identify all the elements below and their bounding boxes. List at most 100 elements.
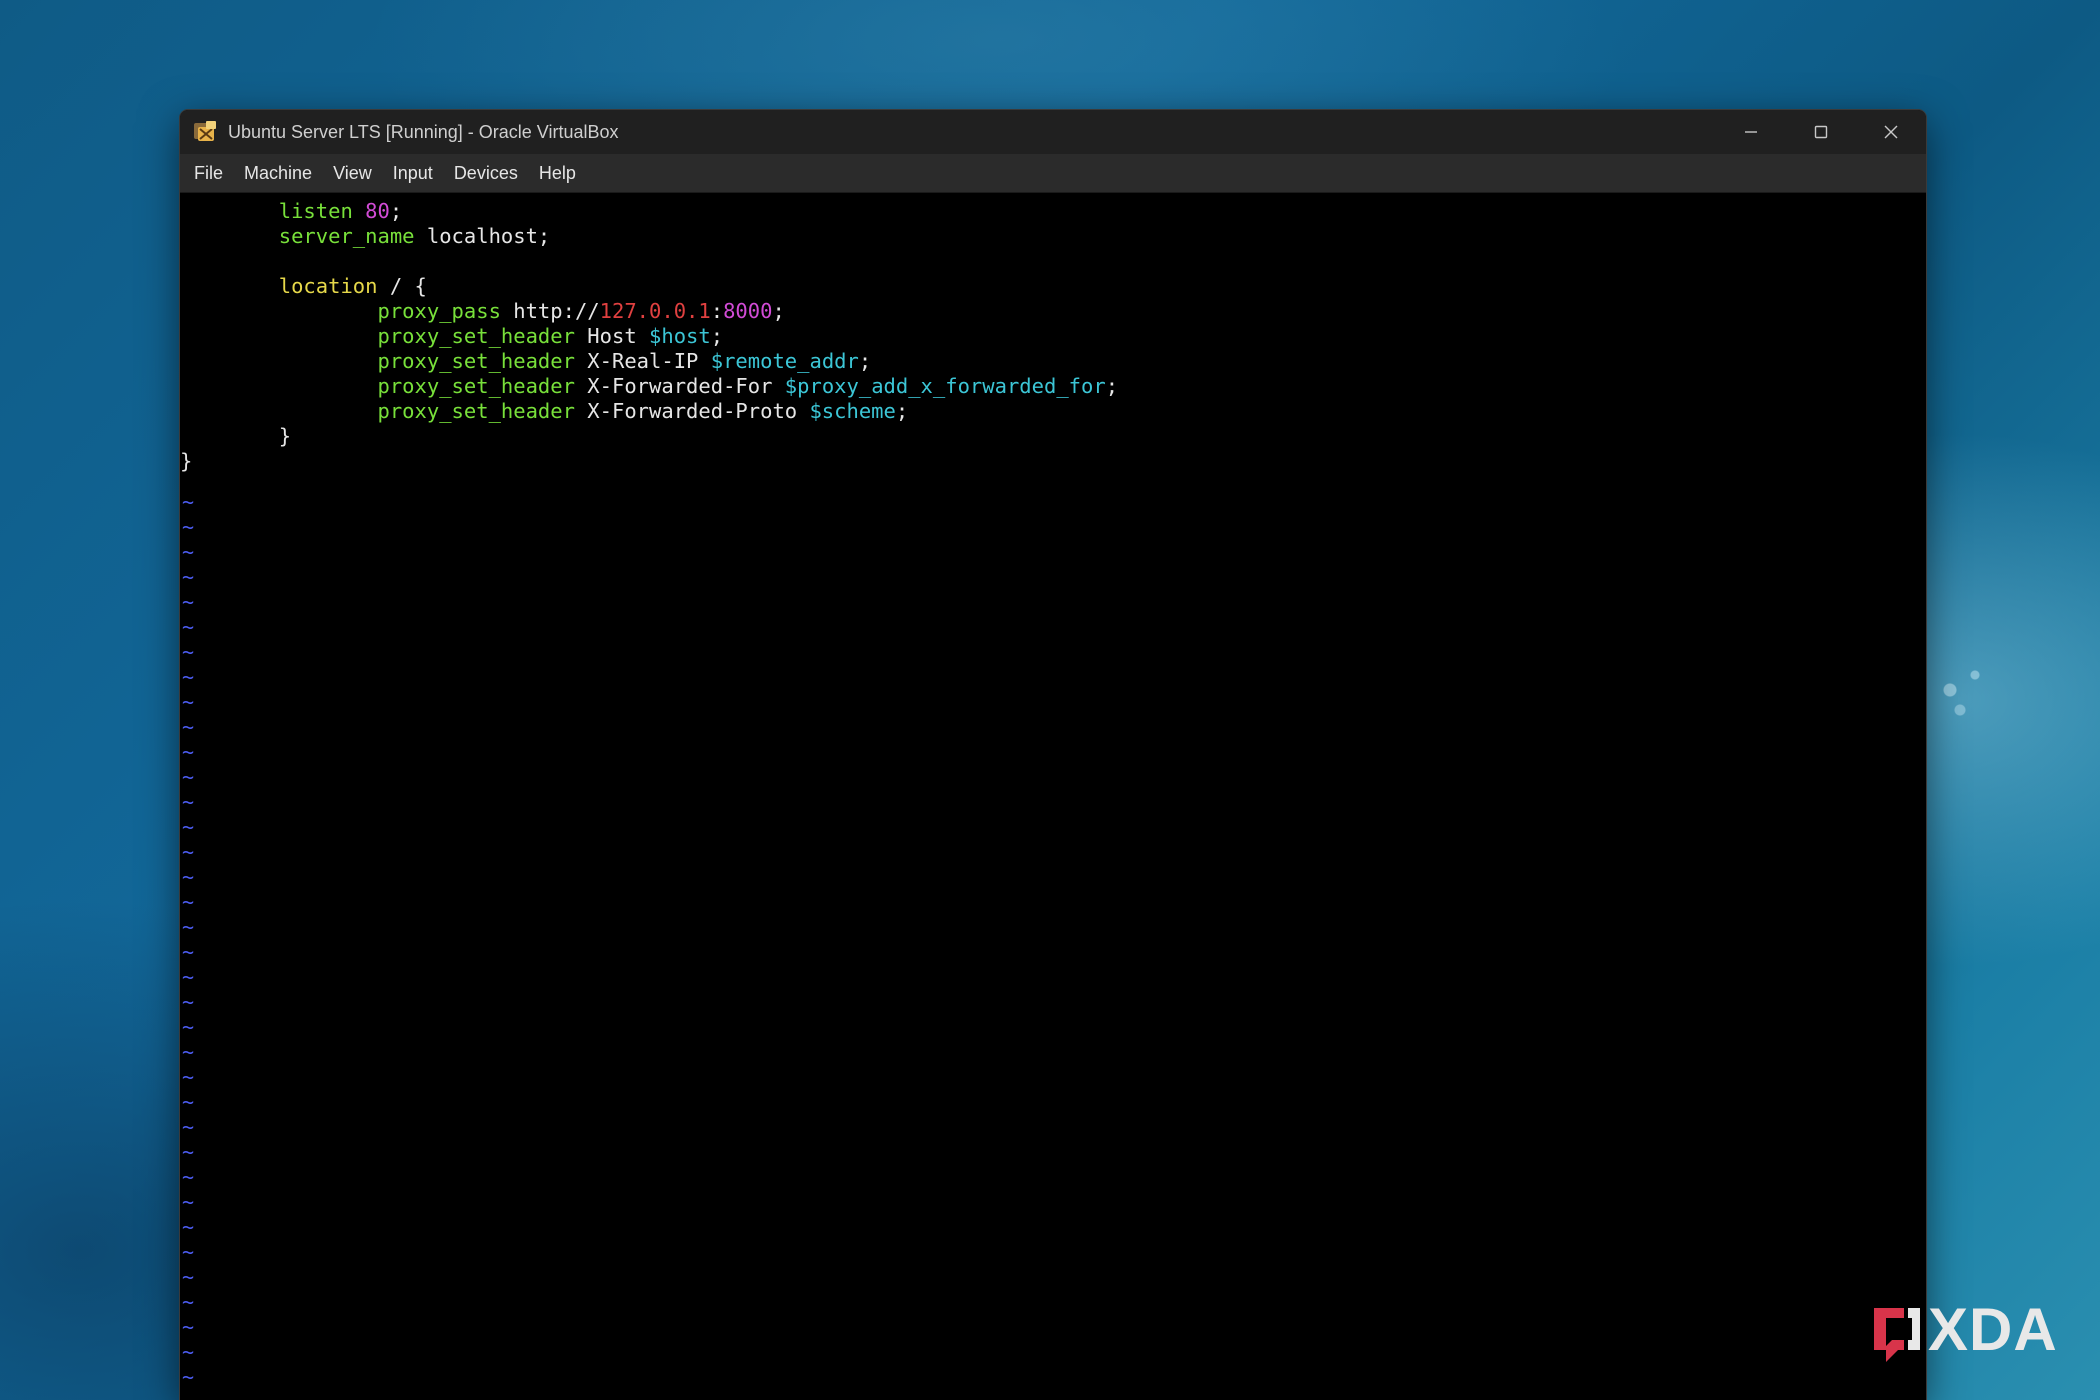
editor-line: listen 80; (180, 199, 402, 224)
empty-line-tilde: ~ (182, 490, 195, 514)
close-icon (1884, 125, 1898, 139)
code-token: $remote_addr (710, 349, 859, 373)
code-token: ; (389, 199, 403, 223)
code-token: localhost; (414, 224, 551, 248)
xda-watermark-text: XDA (1928, 1296, 2058, 1363)
code-token: Host (574, 324, 650, 348)
editor-line: location / { (180, 274, 427, 299)
empty-line-tilde: ~ (182, 1315, 195, 1339)
title-bar[interactable]: Ubuntu Server LTS [Running] - Oracle Vir… (180, 110, 1926, 154)
empty-line-tilde: ~ (182, 990, 195, 1014)
empty-line-tilde: ~ (182, 640, 195, 664)
empty-line-tilde: ~ (182, 1090, 195, 1114)
code-token: 127.0.0.1 (599, 299, 711, 323)
empty-line-tilde: ~ (182, 1165, 195, 1189)
editor-line: proxy_set_header X-Forwarded-Proto $sche… (180, 399, 908, 424)
minimize-button[interactable] (1716, 110, 1786, 154)
menu-help[interactable]: Help (539, 159, 576, 188)
maximize-icon (1814, 125, 1828, 139)
maximize-button[interactable] (1786, 110, 1856, 154)
code-token: ; (1105, 374, 1119, 398)
empty-line-tilde: ~ (182, 515, 195, 539)
code-token: $scheme (809, 399, 896, 423)
editor-line: server_name localhost; (180, 224, 551, 249)
empty-line-tilde: ~ (182, 890, 195, 914)
empty-line-tilde: ~ (182, 590, 195, 614)
empty-line-tilde: ~ (182, 840, 195, 864)
empty-line-tilde: ~ (182, 740, 195, 764)
empty-line-tilde: ~ (182, 765, 195, 789)
code-token: http:// (500, 299, 600, 323)
menu-devices[interactable]: Devices (454, 159, 518, 188)
menu-machine[interactable]: Machine (244, 159, 312, 188)
menu-input[interactable]: Input (393, 159, 433, 188)
code-token: / { (377, 274, 427, 298)
code-token: listen (278, 199, 353, 223)
empty-line-tilde: ~ (182, 565, 195, 589)
code-token: X-Real-IP (574, 349, 711, 373)
code-token: ; (858, 349, 872, 373)
code-token: server_name (278, 224, 415, 248)
empty-line-tilde: ~ (182, 965, 195, 989)
empty-line-tilde: ~ (182, 1365, 195, 1389)
empty-line-tilde: ~ (182, 1265, 195, 1289)
code-token: } (180, 449, 193, 473)
empty-line-tilde: ~ (182, 1340, 195, 1364)
code-token: proxy_set_header (377, 324, 575, 348)
empty-line-tilde: ~ (182, 615, 195, 639)
empty-line-tilde: ~ (182, 1290, 195, 1314)
empty-line-tilde: ~ (182, 1115, 195, 1139)
close-button[interactable] (1856, 110, 1926, 154)
editor-line: } (180, 424, 291, 449)
code-token: $proxy_add_x_forwarded_for (784, 374, 1106, 398)
code-token: : (710, 299, 724, 323)
code-token: proxy_set_header (377, 349, 575, 373)
code-token: 80 (365, 199, 390, 223)
empty-line-tilde: ~ (182, 1190, 195, 1214)
empty-line-tilde: ~ (182, 665, 195, 689)
editor-line: proxy_set_header X-Real-IP $remote_addr; (180, 349, 871, 374)
code-token: proxy_pass (377, 299, 501, 323)
empty-line-tilde: ~ (182, 540, 195, 564)
code-token: X-Forwarded-For (574, 374, 785, 398)
empty-line-tilde: ~ (182, 1065, 195, 1089)
empty-line-tilde: ~ (182, 1215, 195, 1239)
minimize-icon (1745, 131, 1757, 133)
empty-line-tilde: ~ (182, 815, 195, 839)
code-token: proxy_set_header (377, 374, 575, 398)
menu-file[interactable]: File (194, 159, 223, 188)
code-token: ; (895, 399, 909, 423)
empty-line-tilde: ~ (182, 915, 195, 939)
empty-line-tilde: ~ (182, 1240, 195, 1264)
empty-line-tilde: ~ (182, 865, 195, 889)
empty-line-tilde: ~ (182, 715, 195, 739)
empty-line-tilde: ~ (182, 690, 195, 714)
virtualbox-app-icon (194, 121, 216, 141)
empty-line-tilde: ~ (182, 790, 195, 814)
code-token: $host (649, 324, 711, 348)
editor-line: proxy_set_header X-Forwarded-For $proxy_… (180, 374, 1118, 399)
code-token: ; (710, 324, 724, 348)
code-token: } (180, 424, 292, 448)
window-controls (1716, 110, 1926, 154)
empty-line-tilde: ~ (182, 940, 195, 964)
empty-line-tilde: ~ (182, 1015, 195, 1039)
editor-line: proxy_pass http://127.0.0.1:8000; (180, 299, 785, 324)
virtualbox-window: Ubuntu Server LTS [Running] - Oracle Vir… (180, 110, 1926, 1400)
code-token: X-Forwarded-Proto (574, 399, 810, 423)
code-token: ; (772, 299, 785, 323)
editor-line: proxy_set_header Host $host; (180, 324, 723, 349)
editor-line: } (180, 449, 192, 474)
menu-bar: File Machine View Input Devices Help (180, 154, 1926, 193)
menu-view[interactable]: View (333, 159, 372, 188)
code-token: location (278, 274, 378, 298)
vm-console-screen[interactable]: listen 80; server_name localhost; locati… (180, 193, 1926, 1400)
